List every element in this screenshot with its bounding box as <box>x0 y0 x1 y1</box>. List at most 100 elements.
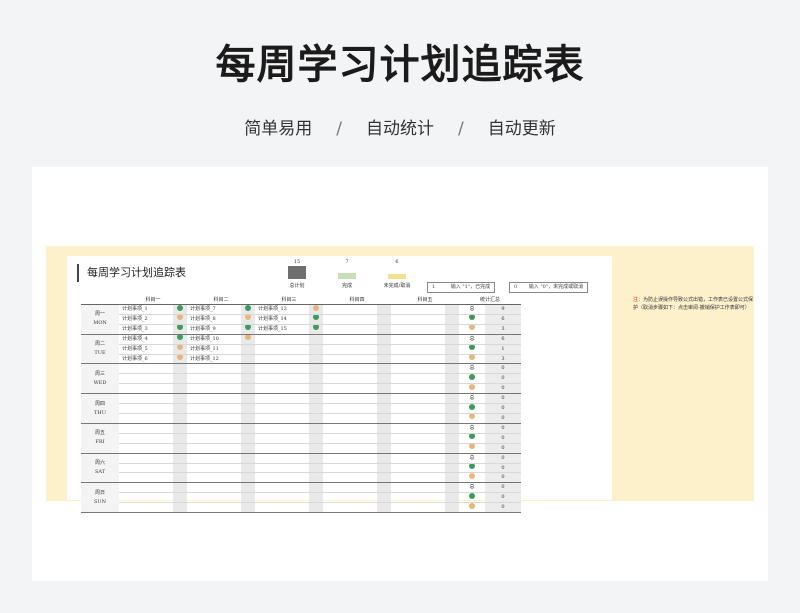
task-cell[interactable] <box>187 403 241 414</box>
task-cell[interactable] <box>323 482 377 494</box>
status-cell[interactable] <box>173 482 187 494</box>
task-cell[interactable]: 计划事项_11 <box>187 344 241 355</box>
status-cell[interactable] <box>377 482 391 494</box>
task-cell[interactable]: 计划事项_7 <box>187 304 241 315</box>
status-cell[interactable] <box>377 423 391 434</box>
task-cell[interactable] <box>187 482 241 494</box>
status-cell[interactable] <box>377 363 391 375</box>
task-cell[interactable] <box>255 443 309 454</box>
status-cell[interactable] <box>377 344 391 355</box>
status-cell[interactable] <box>445 443 459 454</box>
status-cell[interactable] <box>445 433 459 444</box>
task-cell[interactable] <box>255 403 309 414</box>
task-cell[interactable] <box>391 423 445 434</box>
task-cell[interactable] <box>187 463 241 474</box>
status-cell[interactable] <box>173 363 187 375</box>
task-cell[interactable] <box>391 373 445 385</box>
status-cell[interactable] <box>173 423 187 434</box>
status-cell[interactable] <box>241 344 255 355</box>
status-cell[interactable] <box>173 393 187 405</box>
status-cell[interactable] <box>377 354 391 365</box>
task-cell[interactable] <box>187 443 241 454</box>
task-cell[interactable] <box>255 453 309 464</box>
task-cell[interactable] <box>119 423 173 434</box>
task-cell[interactable]: 计划事项_1 <box>119 304 173 315</box>
status-cell[interactable] <box>445 472 459 484</box>
status-cell[interactable] <box>377 334 391 345</box>
task-cell[interactable] <box>119 433 173 444</box>
status-cell[interactable] <box>445 393 459 405</box>
task-cell[interactable] <box>323 314 377 325</box>
task-cell[interactable] <box>187 502 241 514</box>
status-cell[interactable] <box>309 393 323 405</box>
task-cell[interactable] <box>255 383 309 395</box>
status-cell[interactable] <box>445 492 459 504</box>
status-cell[interactable] <box>445 482 459 494</box>
status-cell[interactable] <box>309 433 323 444</box>
task-cell[interactable]: 计划事项_3 <box>119 324 173 335</box>
status-cell[interactable] <box>241 393 255 405</box>
status-cell[interactable] <box>377 453 391 464</box>
status-cell[interactable] <box>241 304 255 315</box>
status-cell[interactable] <box>173 324 187 335</box>
status-cell[interactable] <box>377 383 391 395</box>
task-cell[interactable]: 计划事项_15 <box>255 324 309 335</box>
task-cell[interactable] <box>187 383 241 395</box>
task-cell[interactable]: 计划事项_6 <box>119 354 173 365</box>
task-cell[interactable] <box>323 393 377 405</box>
status-cell[interactable] <box>173 472 187 484</box>
task-cell[interactable] <box>323 344 377 355</box>
task-cell[interactable] <box>391 383 445 395</box>
status-cell[interactable] <box>445 373 459 385</box>
status-cell[interactable] <box>173 334 187 345</box>
task-cell[interactable] <box>323 373 377 385</box>
task-cell[interactable] <box>391 453 445 464</box>
status-cell[interactable] <box>309 502 323 514</box>
task-cell[interactable] <box>255 502 309 514</box>
task-cell[interactable] <box>119 472 173 484</box>
status-cell[interactable] <box>377 304 391 315</box>
status-cell[interactable] <box>241 334 255 345</box>
task-cell[interactable] <box>255 363 309 375</box>
task-cell[interactable] <box>255 463 309 474</box>
status-cell[interactable] <box>445 314 459 325</box>
status-cell[interactable] <box>377 403 391 414</box>
task-cell[interactable] <box>255 373 309 385</box>
status-cell[interactable] <box>309 314 323 325</box>
status-cell[interactable] <box>445 324 459 335</box>
task-cell[interactable] <box>323 383 377 395</box>
status-cell[interactable] <box>173 453 187 464</box>
status-cell[interactable] <box>445 453 459 464</box>
task-cell[interactable]: 计划事项_14 <box>255 314 309 325</box>
task-cell[interactable] <box>323 453 377 464</box>
task-cell[interactable] <box>255 492 309 504</box>
status-cell[interactable] <box>309 344 323 355</box>
task-cell[interactable] <box>119 502 173 514</box>
status-cell[interactable] <box>377 433 391 444</box>
status-cell[interactable] <box>377 472 391 484</box>
task-cell[interactable] <box>187 393 241 405</box>
task-cell[interactable] <box>391 413 445 424</box>
task-cell[interactable] <box>323 304 377 315</box>
status-cell[interactable] <box>241 324 255 335</box>
status-cell[interactable] <box>377 373 391 385</box>
task-cell[interactable] <box>323 403 377 414</box>
status-cell[interactable] <box>309 413 323 424</box>
task-cell[interactable] <box>391 354 445 365</box>
task-cell[interactable] <box>391 463 445 474</box>
status-cell[interactable] <box>241 383 255 395</box>
task-cell[interactable] <box>323 354 377 365</box>
status-cell[interactable] <box>241 354 255 365</box>
status-cell[interactable] <box>309 472 323 484</box>
task-cell[interactable] <box>391 472 445 484</box>
status-cell[interactable] <box>173 354 187 365</box>
task-cell[interactable] <box>255 433 309 444</box>
task-cell[interactable] <box>391 443 445 454</box>
task-cell[interactable] <box>323 492 377 504</box>
status-cell[interactable] <box>241 453 255 464</box>
status-cell[interactable] <box>309 354 323 365</box>
status-cell[interactable] <box>309 443 323 454</box>
status-cell[interactable] <box>241 413 255 424</box>
task-cell[interactable] <box>391 334 445 345</box>
status-cell[interactable] <box>241 463 255 474</box>
